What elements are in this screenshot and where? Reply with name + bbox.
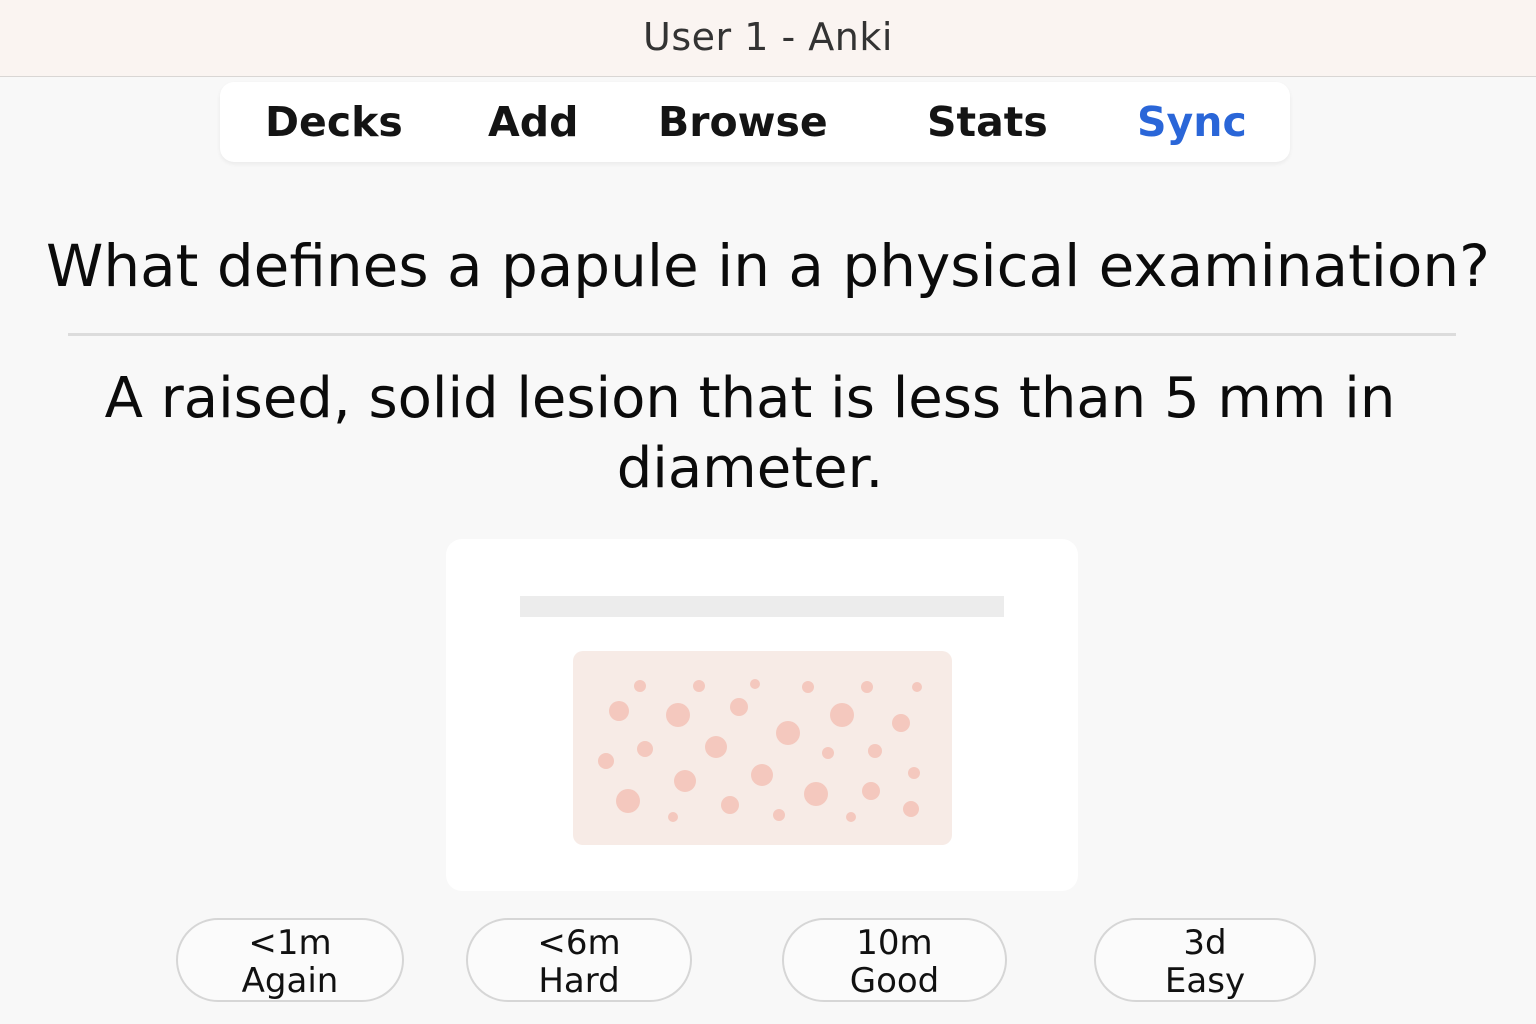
papule-dot	[862, 782, 880, 800]
papule-dot	[804, 782, 828, 806]
window-titlebar: User 1 - Anki	[0, 0, 1536, 77]
papule-dot	[668, 812, 678, 822]
card-image	[446, 539, 1078, 891]
papule-dot	[908, 767, 920, 779]
papule-dot	[705, 736, 727, 758]
easy-button[interactable]: 3d Easy	[1094, 918, 1316, 1002]
papules-icon	[598, 679, 922, 822]
papule-dot	[693, 680, 705, 692]
toolbar-add[interactable]: Add	[488, 82, 578, 162]
hard-label: Hard	[538, 961, 620, 1001]
papule-dot	[616, 789, 640, 813]
papule-dot	[751, 764, 773, 786]
easy-interval: 3d	[1183, 923, 1227, 963]
toolbar-stats[interactable]: Stats	[927, 82, 1048, 162]
card-question: What defines a papule in a physical exam…	[46, 232, 1490, 300]
good-button[interactable]: 10m Good	[782, 918, 1007, 1002]
hard-interval: <6m	[537, 923, 621, 963]
toolbar-sync[interactable]: Sync	[1137, 82, 1247, 162]
papule-dot	[598, 753, 614, 769]
again-interval: <1m	[248, 923, 332, 963]
papule-dot	[802, 681, 814, 693]
papule-dot	[830, 703, 854, 727]
easy-label: Easy	[1164, 961, 1246, 1001]
toolbar-browse[interactable]: Browse	[658, 82, 828, 162]
papule-dot	[666, 703, 690, 727]
papule-dot	[750, 679, 760, 689]
again-label: Again	[241, 961, 339, 1001]
papule-dot	[776, 721, 800, 745]
papule-dot	[892, 714, 910, 732]
toolbar-decks[interactable]: Decks	[265, 82, 403, 162]
good-interval: 10m	[856, 923, 933, 963]
question-answer-divider	[68, 333, 1456, 336]
papule-dot	[912, 682, 922, 692]
papule-dot	[634, 680, 646, 692]
papule-dot	[721, 796, 739, 814]
papule-dot	[674, 770, 696, 792]
papule-dot	[861, 681, 873, 693]
card-answer: A raised, solid lesion that is less than…	[104, 366, 1396, 501]
skin-papules-illustration	[573, 651, 952, 845]
papule-dot	[637, 741, 653, 757]
papule-dot	[773, 809, 785, 821]
papule-dot	[868, 744, 882, 758]
papule-dot	[609, 701, 629, 721]
again-button[interactable]: <1m Again	[176, 918, 404, 1002]
papule-dot	[903, 801, 919, 817]
illustration-header-bar	[520, 596, 1004, 617]
papule-dot	[822, 747, 834, 759]
papule-dot	[730, 698, 748, 716]
main-toolbar: Decks Add Browse Stats Sync	[220, 82, 1290, 162]
papule-dot	[846, 812, 856, 822]
hard-button[interactable]: <6m Hard	[466, 918, 692, 1002]
window-title: User 1 - Anki	[643, 15, 893, 59]
good-label: Good	[849, 961, 940, 1001]
